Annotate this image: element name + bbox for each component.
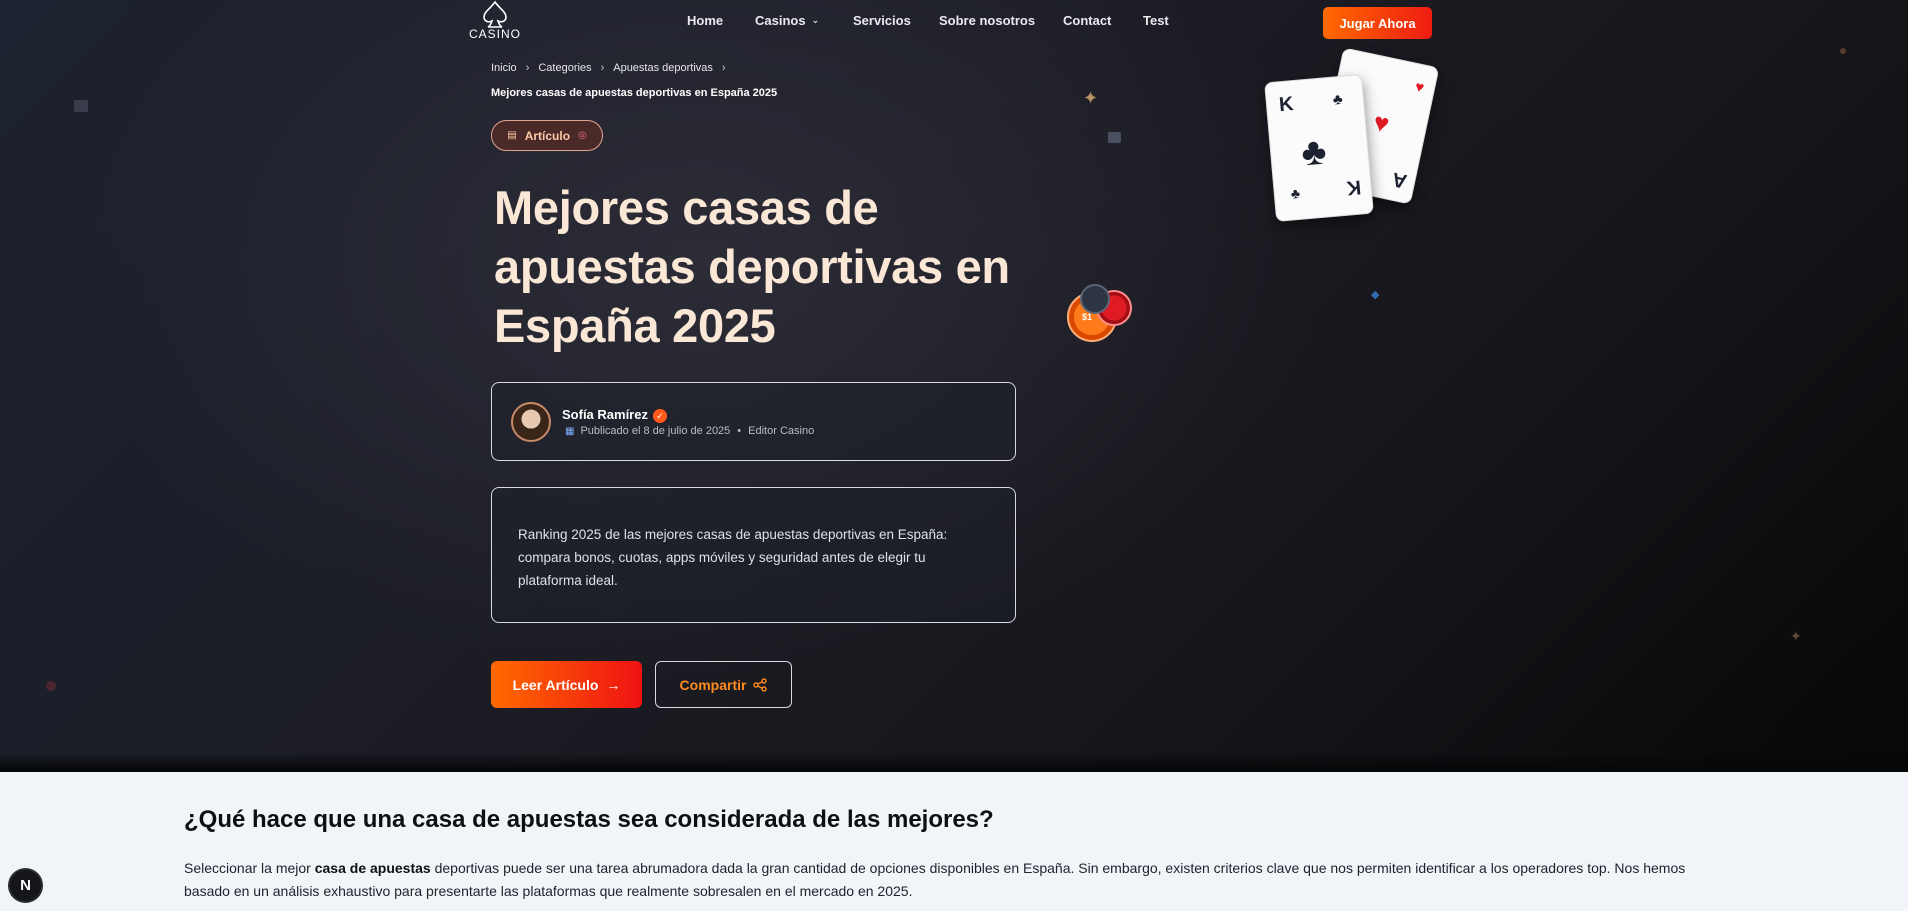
- sparkle-icon: ✦: [1790, 628, 1802, 644]
- author-meta: ▦ Publicado el 8 de julio de 2025 • Edit…: [565, 425, 814, 437]
- playing-card-front: K ♣ ♣ ♣ K: [1264, 73, 1374, 223]
- breadcrumb-categories[interactable]: Categories: [538, 62, 591, 74]
- share-button[interactable]: Compartir: [655, 661, 792, 708]
- share-label: Compartir: [679, 676, 747, 693]
- heart-suit-icon: ♥: [1370, 106, 1393, 140]
- nav-contact[interactable]: Contact: [1063, 13, 1111, 28]
- section-paragraph: Seleccionar la mejor casa de apuestas de…: [184, 857, 1724, 903]
- nav-servicios[interactable]: Servicios: [853, 13, 911, 28]
- heart-suit-icon: ♥: [1413, 78, 1426, 97]
- author-card: Sofía Ramírez ✓ ▦ Publicado el 8 de julio…: [491, 382, 1016, 461]
- author-role: Editor Casino: [748, 425, 815, 437]
- nav-casinos-label: Casinos: [755, 13, 806, 28]
- poker-chip-dark: [1080, 284, 1110, 314]
- hero-section: ✦ ◆ ✦ A ♥ ♥ K ♣ ♣ ♣ K $1 CASINO Home Cas…: [0, 0, 1908, 772]
- club-suit-icon: ♣: [1290, 184, 1301, 202]
- avatar: [511, 402, 551, 442]
- author-name-row: Sofía Ramírez ✓: [562, 407, 667, 423]
- card-rank: K: [1345, 175, 1362, 199]
- card-rank: A: [1389, 167, 1409, 193]
- nav-test[interactable]: Test: [1143, 13, 1169, 28]
- nav-home[interactable]: Home: [687, 13, 723, 28]
- read-article-label: Leer Artículo: [512, 676, 599, 693]
- dev-tools-badge[interactable]: N: [10, 870, 41, 901]
- read-article-button[interactable]: Leer Artículo →: [491, 661, 642, 708]
- breadcrumb-current: Mejores casas de apuestas deportivas en …: [491, 87, 778, 99]
- arrow-right-icon: →: [606, 676, 621, 693]
- article-summary: Ranking 2025 de las mejores casas de apu…: [491, 487, 1016, 623]
- chevron-right-icon: ›: [721, 62, 726, 74]
- chevron-right-icon: ›: [525, 62, 530, 74]
- badge-label: Artículo: [524, 128, 571, 143]
- verified-check-icon: ✓: [652, 409, 667, 423]
- author-name: Sofía Ramírez: [562, 407, 648, 422]
- paragraph-text: Seleccionar la mejor: [184, 860, 315, 876]
- newspaper-icon: ▤: [507, 130, 517, 141]
- jugar-ahora-button[interactable]: Jugar Ahora: [1323, 7, 1432, 39]
- club-suit-icon: ♣: [1332, 90, 1344, 109]
- paragraph-bold: casa de apuestas: [314, 860, 431, 876]
- breadcrumb: Inicio › Categories › Apuestas deportiva…: [491, 62, 735, 74]
- dice-icon: [74, 100, 88, 112]
- page-title: Mejores casas de apuestas deportivas en …: [494, 181, 1010, 352]
- club-suit-icon: ♣: [1299, 130, 1329, 175]
- chip-small-icon: [1108, 132, 1121, 143]
- main-nav: Home Casinos ⌄ Servicios Sobre nosotros C…: [0, 13, 1908, 33]
- share-icon: [753, 677, 768, 692]
- published-date: Publicado el 8 de julio de 2025: [580, 425, 731, 437]
- breadcrumb-apuestas-deportivas[interactable]: Apuestas deportivas: [613, 62, 713, 74]
- calendar-icon: ▦: [565, 425, 575, 437]
- target-icon: ◎: [578, 130, 587, 141]
- chevron-right-icon: ›: [600, 62, 605, 74]
- section-heading: ¿Qué hace que una casa de apuestas sea c…: [184, 806, 994, 833]
- sparkle-icon: ✦: [1083, 88, 1099, 108]
- chevron-down-icon: ⌄: [811, 15, 820, 25]
- dot-icon: [1840, 48, 1846, 54]
- card-rank: K: [1278, 93, 1295, 117]
- nav-casinos[interactable]: Casinos ⌄: [755, 13, 819, 28]
- breadcrumb-inicio[interactable]: Inicio: [491, 62, 517, 74]
- dot-icon: [46, 681, 56, 691]
- nav-sobre-nosotros[interactable]: Sobre nosotros: [939, 13, 1035, 28]
- separator-dot: •: [737, 425, 742, 437]
- article-badge: ▤ Artículo ◎: [491, 120, 603, 151]
- diamond-icon: ◆: [1371, 289, 1380, 301]
